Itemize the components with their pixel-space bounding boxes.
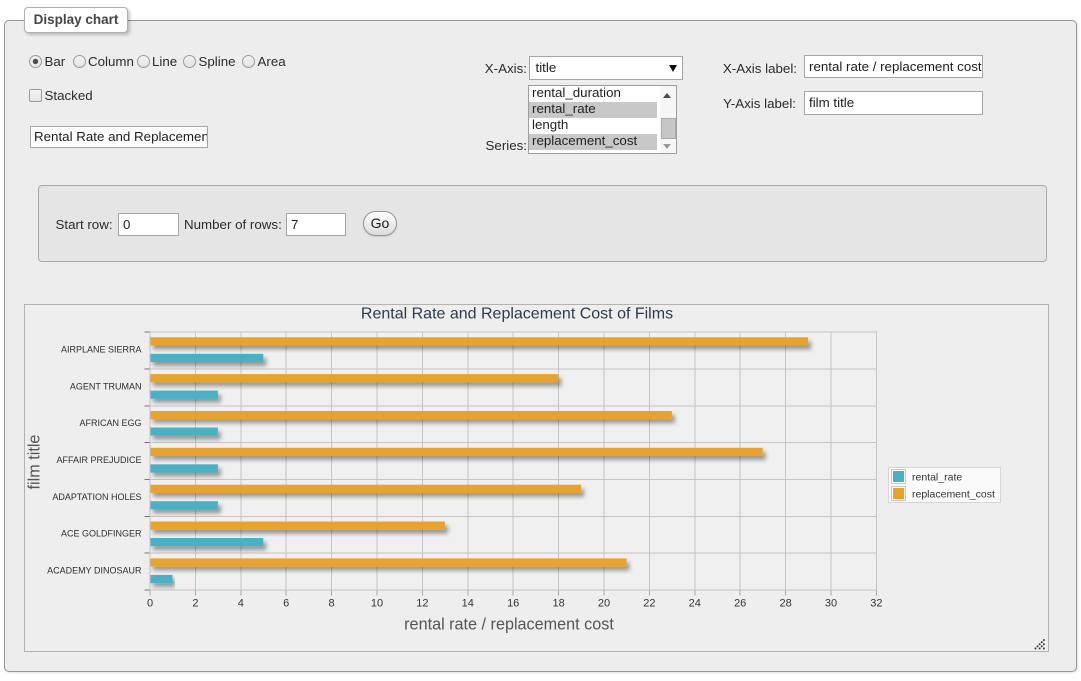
svg-text:AIRPLANE SIERRA: AIRPLANE SIERRA [61, 345, 142, 355]
svg-text:26: 26 [734, 598, 746, 610]
svg-text:rental rate / replacement cost: rental rate / replacement cost [404, 616, 614, 634]
svg-text:ADAPTATION HOLES: ADAPTATION HOLES [52, 492, 141, 502]
svg-text:16: 16 [507, 598, 519, 610]
svg-text:22: 22 [643, 598, 655, 610]
svg-text:28: 28 [779, 598, 791, 610]
svg-text:4: 4 [238, 598, 244, 610]
svg-text:18: 18 [552, 598, 564, 610]
svg-text:replacement_cost: replacement_cost [912, 489, 995, 501]
svg-text:10: 10 [371, 598, 383, 610]
svg-text:ACE GOLDFINGER: ACE GOLDFINGER [61, 529, 142, 539]
svg-text:2: 2 [192, 598, 198, 610]
svg-text:rental_rate: rental_rate [912, 472, 962, 484]
svg-text:0: 0 [147, 598, 153, 610]
svg-text:24: 24 [689, 598, 701, 610]
svg-text:30: 30 [825, 598, 837, 610]
svg-text:8: 8 [329, 598, 335, 610]
svg-text:AFRICAN EGG: AFRICAN EGG [79, 418, 141, 428]
svg-text:ACADEMY DINOSAUR: ACADEMY DINOSAUR [47, 566, 142, 576]
svg-text:Rental Rate and Replacement Co: Rental Rate and Replacement Cost of Film… [361, 306, 673, 323]
svg-text:film title: film title [26, 435, 44, 490]
svg-text:AFFAIR PREJUDICE: AFFAIR PREJUDICE [56, 455, 141, 465]
svg-text:14: 14 [462, 598, 474, 610]
svg-text:12: 12 [416, 598, 428, 610]
svg-text:20: 20 [598, 598, 610, 610]
svg-text:32: 32 [870, 598, 882, 610]
svg-text:6: 6 [283, 598, 289, 610]
svg-text:AGENT TRUMAN: AGENT TRUMAN [70, 381, 142, 391]
